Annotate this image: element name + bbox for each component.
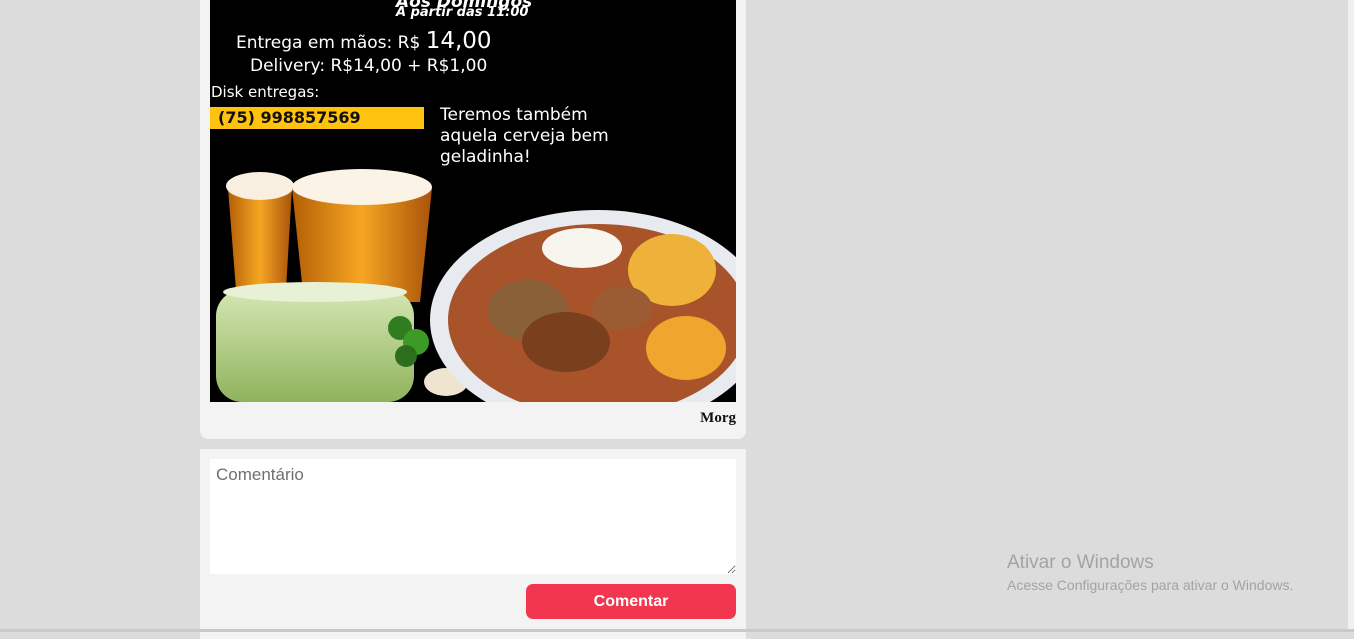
flyer-beer-line-3: geladinha!	[440, 147, 531, 167]
comment-button[interactable]: Comentar	[526, 584, 736, 619]
comment-form: Comentar	[200, 449, 746, 639]
flyer-beer-line-1: Teremos também	[440, 105, 588, 125]
flyer-delivery: Delivery: R$14,00 + R$1,00	[250, 56, 488, 76]
post-image: Aos Domingos A partir das 11:00 Entrega …	[210, 0, 736, 402]
flyer-hand-delivery: Entrega em mãos: R$ 14,00	[236, 28, 492, 54]
post-card: Aos Domingos A partir das 11:00 Entrega …	[200, 0, 746, 439]
hand-delivery-price: 14,00	[425, 28, 492, 54]
watermark-title: Ativar o Windows	[1007, 552, 1154, 573]
flyer-phone: (75) 998857569	[210, 107, 424, 129]
flyer-beer-line-2: aquela cerveja bem	[440, 126, 609, 146]
page-scrollbar[interactable]	[1348, 0, 1354, 632]
windows-activation-watermark: Ativar o Windows Acesse Configurações pa…	[1007, 552, 1293, 593]
flyer-time: A partir das 11:00	[396, 5, 529, 20]
beer-glass-left	[226, 172, 294, 290]
post-author: Morg	[700, 410, 736, 426]
hand-delivery-label: Entrega em mãos: R$	[236, 33, 421, 53]
food-plate	[430, 210, 736, 402]
comment-input[interactable]	[210, 459, 736, 574]
green-sauce-jar	[216, 282, 414, 402]
watermark-subtitle: Acesse Configurações para ativar o Windo…	[1007, 577, 1294, 593]
flyer-disk-label: Disk entregas:	[211, 83, 320, 101]
